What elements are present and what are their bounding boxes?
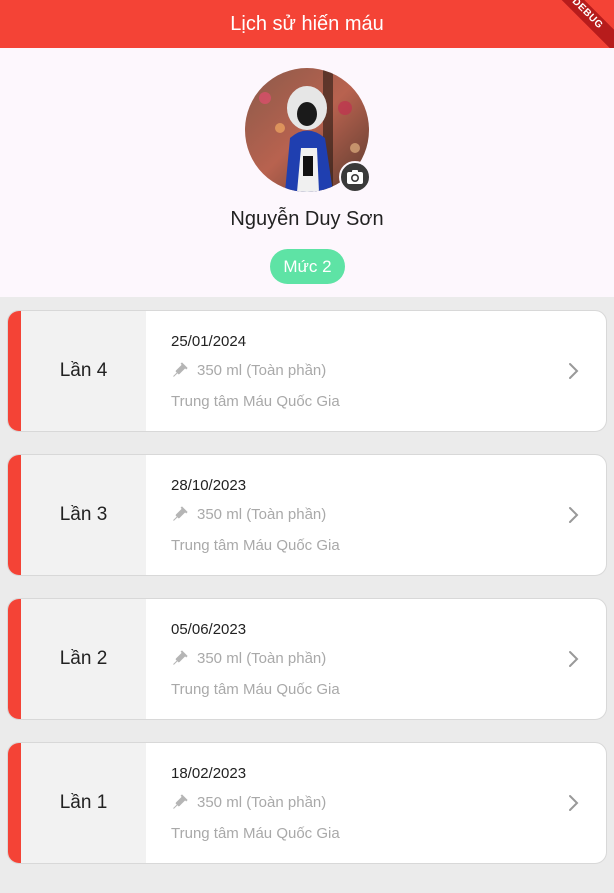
page-title: Lịch sử hiến máu [230, 12, 384, 35]
syringe-icon [173, 794, 188, 809]
donation-card[interactable]: Lần 3 28/10/2023 350 ml (Toàn phần) Trun… [7, 454, 607, 576]
donation-count-label: Lần 1 [21, 743, 146, 863]
card-accent-stripe [8, 455, 21, 575]
profile-header: Nguyễn Duy Sơn Mức 2 [0, 48, 614, 297]
donation-card[interactable]: Lần 1 18/02/2023 350 ml (Toàn phần) Trun… [7, 742, 607, 864]
donation-volume: 350 ml (Toàn phần) [197, 794, 327, 811]
donation-card[interactable]: Lần 2 05/06/2023 350 ml (Toàn phần) Trun… [7, 598, 607, 720]
chevron-right-icon [569, 363, 579, 379]
donation-center: Trung tâm Máu Quốc Gia [171, 825, 340, 842]
card-accent-stripe [8, 311, 21, 431]
donation-volume-row: 350 ml (Toàn phần) [171, 362, 326, 379]
card-accent-stripe [8, 743, 21, 863]
donation-count-label: Lần 2 [21, 599, 146, 719]
donation-date: 28/10/2023 [171, 477, 247, 494]
level-badge: Mức 2 [270, 249, 345, 284]
donation-center: Trung tâm Máu Quốc Gia [171, 393, 340, 410]
syringe-icon [173, 506, 188, 521]
donation-volume-row: 350 ml (Toàn phần) [171, 506, 326, 523]
camera-icon [347, 170, 363, 184]
chevron-right-icon [569, 507, 579, 523]
donation-center: Trung tâm Máu Quốc Gia [171, 681, 340, 698]
change-avatar-button[interactable] [339, 161, 371, 193]
app-bar: Lịch sử hiến máu [0, 0, 614, 48]
syringe-icon [173, 362, 188, 377]
donation-volume-row: 350 ml (Toàn phần) [171, 794, 326, 811]
card-accent-stripe [8, 599, 21, 719]
donation-count-label: Lần 3 [21, 455, 146, 575]
donation-volume: 350 ml (Toàn phần) [197, 362, 327, 379]
donation-date: 05/06/2023 [171, 621, 247, 638]
donation-date: 25/01/2024 [171, 333, 247, 350]
donation-date: 18/02/2023 [171, 765, 247, 782]
user-name: Nguyễn Duy Sơn [230, 208, 384, 230]
donation-volume: 350 ml (Toàn phần) [197, 506, 327, 523]
donation-volume: 350 ml (Toàn phần) [197, 650, 327, 667]
donation-center: Trung tâm Máu Quốc Gia [171, 537, 340, 554]
chevron-right-icon [569, 651, 579, 667]
donation-count-label: Lần 4 [21, 311, 146, 431]
chevron-right-icon [569, 795, 579, 811]
syringe-icon [173, 650, 188, 665]
donation-card[interactable]: Lần 4 25/01/2024 350 ml (Toàn phần) Trun… [7, 310, 607, 432]
donation-volume-row: 350 ml (Toàn phần) [171, 650, 326, 667]
